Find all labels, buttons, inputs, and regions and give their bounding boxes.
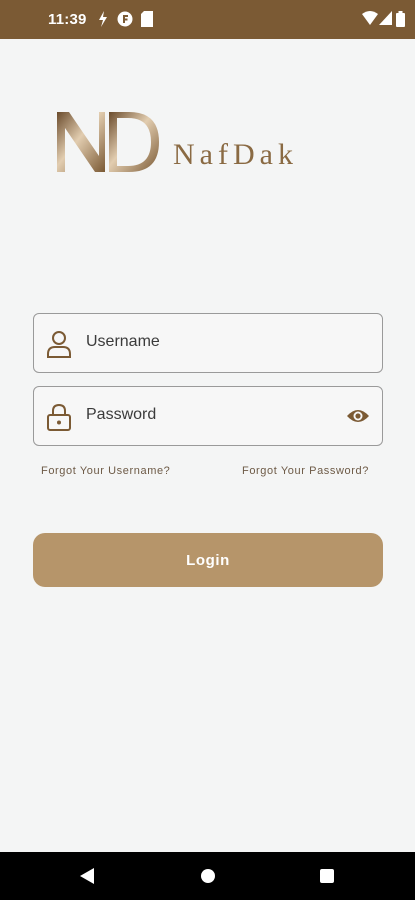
status-bar: 11:39 xyxy=(0,0,415,39)
nd-monogram-icon xyxy=(57,112,159,172)
wifi-icon xyxy=(362,11,378,25)
username-field[interactable]: Username xyxy=(33,313,383,373)
battery-icon xyxy=(396,11,405,27)
login-screen: 11:39 NafDak Username Password Forgot Yo… xyxy=(0,0,415,900)
flash-icon xyxy=(99,11,107,27)
sim-card-icon xyxy=(141,11,153,27)
password-placeholder: Password xyxy=(86,406,157,423)
lock-icon xyxy=(47,403,71,431)
status-time: 11:39 xyxy=(48,11,87,28)
brand-logo: NafDak xyxy=(55,110,375,180)
username-placeholder: Username xyxy=(86,333,160,350)
brand-name: NafDak xyxy=(173,138,298,171)
forgot-password-link[interactable]: Forgot Your Password? xyxy=(242,465,369,477)
recents-icon[interactable] xyxy=(320,869,334,883)
forgot-username-link[interactable]: Forgot Your Username? xyxy=(41,465,170,477)
login-button[interactable]: Login xyxy=(33,533,383,587)
user-icon xyxy=(47,331,71,358)
notification-f-icon xyxy=(117,11,133,27)
navigation-bar xyxy=(0,852,415,900)
eye-icon[interactable] xyxy=(346,406,370,426)
home-icon[interactable] xyxy=(201,869,215,883)
password-field[interactable]: Password xyxy=(33,386,383,446)
back-icon[interactable] xyxy=(79,868,95,884)
signal-icon xyxy=(379,11,392,25)
